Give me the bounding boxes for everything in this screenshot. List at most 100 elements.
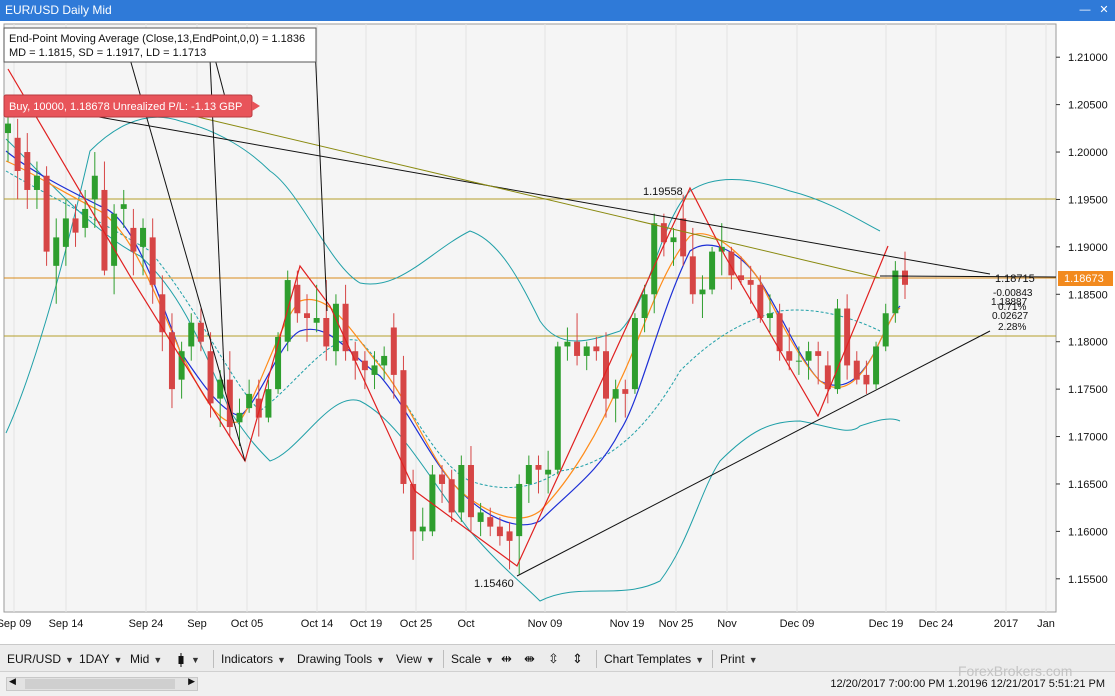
candle-body bbox=[149, 237, 156, 285]
candle-body bbox=[390, 327, 397, 375]
candle-body bbox=[554, 346, 561, 470]
date-tick-label: Oct 19 bbox=[350, 618, 382, 630]
candlestick-icon bbox=[178, 652, 184, 667]
candle-body bbox=[844, 308, 851, 366]
candle-body bbox=[130, 227, 137, 252]
annotation-low: 1.15460 bbox=[474, 578, 514, 590]
price-tick-label: 1.21000 bbox=[1068, 52, 1108, 64]
price-chart[interactable]: End-Point Moving Average (Close,13,EndPo… bbox=[0, 21, 1115, 644]
candle-body bbox=[699, 289, 706, 295]
minimize-button[interactable]: — bbox=[1077, 2, 1093, 18]
candle-body bbox=[304, 313, 310, 318]
candle[interactable] bbox=[631, 313, 638, 394]
zoom-vertical-out-icon[interactable]: ⇕ bbox=[572, 650, 583, 668]
chevron-down-icon: ▼ bbox=[376, 655, 386, 665]
candle[interactable] bbox=[554, 341, 561, 475]
date-tick-label: Sep 24 bbox=[129, 618, 164, 630]
candle-body bbox=[371, 365, 378, 375]
candle-body bbox=[265, 389, 272, 418]
candle[interactable] bbox=[275, 332, 282, 394]
chart-type-dropdown[interactable]: ▼ bbox=[177, 650, 200, 668]
candle-body bbox=[593, 346, 600, 352]
candle-body bbox=[91, 175, 98, 200]
candle-body bbox=[419, 526, 426, 532]
date-tick-label: Dec 19 bbox=[869, 618, 904, 630]
candle-body bbox=[53, 237, 60, 266]
candle-body bbox=[467, 465, 474, 518]
candle-body bbox=[853, 360, 860, 380]
candle[interactable] bbox=[458, 455, 465, 522]
candle-body bbox=[786, 351, 793, 361]
drawing-tools-menu[interactable]: Drawing Tools ▼ bbox=[297, 650, 385, 668]
candle-body bbox=[82, 208, 89, 228]
toolbar-separator bbox=[213, 650, 214, 668]
candle-body bbox=[882, 313, 889, 347]
candle-body bbox=[574, 341, 581, 356]
zoom-horizontal-out-icon[interactable]: ⇼ bbox=[524, 650, 535, 668]
candle[interactable] bbox=[834, 299, 841, 394]
candle-body bbox=[294, 284, 301, 314]
scale-menu[interactable]: Scale ▼ bbox=[451, 650, 494, 668]
window-title: EUR/USD Daily Mid bbox=[5, 3, 112, 17]
price-tick-label: 1.20500 bbox=[1068, 100, 1108, 112]
candle-body bbox=[487, 517, 494, 527]
date-tick-label: Nov 09 bbox=[528, 618, 563, 630]
chevron-down-icon: ▼ bbox=[65, 655, 74, 665]
date-axis[interactable]: Sep 09 Sep 14 Sep 24 Sep Oct 05 Oct 14 Oct 19 O… bbox=[0, 618, 1055, 630]
candle-body bbox=[255, 398, 262, 418]
timeframe-dropdown[interactable]: 1DAY ▼ bbox=[79, 650, 122, 668]
window-title-bar: EUR/USD Daily Mid — ✕ bbox=[0, 0, 1115, 21]
scroll-left-icon[interactable]: ◀ bbox=[9, 676, 16, 687]
watermark-logo: ForexBrokers.com bbox=[958, 663, 1073, 679]
view-menu[interactable]: View ▼ bbox=[396, 650, 435, 668]
candle-body bbox=[506, 531, 513, 541]
close-button[interactable]: ✕ bbox=[1096, 2, 1112, 18]
candle-body bbox=[477, 512, 484, 522]
candle[interactable] bbox=[873, 341, 880, 390]
candle-body bbox=[805, 351, 812, 361]
price-tick-label: 1.19500 bbox=[1068, 194, 1108, 206]
print-label: Print bbox=[720, 652, 745, 666]
print-menu[interactable]: Print ▼ bbox=[720, 650, 758, 668]
chevron-down-icon: ▼ bbox=[191, 655, 200, 665]
chart-scrollbar[interactable]: ◀ ▶ bbox=[6, 676, 198, 691]
timeframe-label: 1DAY bbox=[79, 652, 110, 666]
price-tick-label: 1.17500 bbox=[1068, 384, 1108, 396]
date-tick-label: Nov 19 bbox=[610, 618, 645, 630]
symbol-dropdown[interactable]: EUR/USD ▼ bbox=[7, 650, 74, 668]
candle-body bbox=[535, 465, 542, 470]
candle[interactable] bbox=[400, 355, 407, 494]
scroll-right-icon[interactable]: ▶ bbox=[188, 676, 195, 687]
candle-body bbox=[101, 189, 108, 271]
candle-body bbox=[747, 280, 754, 285]
candle-body bbox=[766, 313, 773, 318]
candle-body bbox=[62, 218, 69, 247]
candle-body bbox=[332, 303, 339, 352]
candle[interactable] bbox=[709, 246, 716, 295]
price-tick-label: 1.19000 bbox=[1068, 242, 1108, 254]
candle-body bbox=[709, 251, 716, 290]
zoom-horizontal-in-icon[interactable]: ⇹ bbox=[501, 650, 512, 668]
candle[interactable] bbox=[43, 166, 50, 266]
toolbar-separator bbox=[596, 650, 597, 668]
chart-area[interactable]: End-Point Moving Average (Close,13,EndPo… bbox=[0, 21, 1115, 644]
indicators-menu[interactable]: Indicators ▼ bbox=[221, 650, 286, 668]
chart-templates-menu[interactable]: Chart Templates ▼ bbox=[604, 650, 704, 668]
candle[interactable] bbox=[429, 465, 436, 537]
status-text: 12/20/2017 7:00:00 PM 1.20196 12/21/2017… bbox=[830, 678, 1105, 690]
price-type-label: Mid bbox=[130, 652, 150, 666]
scrollbar-thumb[interactable] bbox=[25, 679, 175, 689]
candle-body bbox=[381, 355, 388, 366]
price-type-dropdown[interactable]: Mid ▼ bbox=[130, 650, 162, 668]
chevron-down-icon: ▼ bbox=[748, 655, 758, 665]
price-tick-label: 1.16000 bbox=[1068, 526, 1108, 538]
annotation-stat: 2.28% bbox=[998, 322, 1026, 333]
candle-body bbox=[892, 270, 899, 314]
candle-body bbox=[159, 294, 166, 333]
date-tick-label: Sep 14 bbox=[49, 618, 84, 630]
candle-body bbox=[689, 256, 696, 295]
candle-body bbox=[313, 318, 320, 323]
candle-body bbox=[361, 360, 368, 371]
annotation-line-value: 1.18715 bbox=[995, 273, 1035, 285]
zoom-vertical-in-icon[interactable]: ⇳ bbox=[548, 650, 559, 668]
